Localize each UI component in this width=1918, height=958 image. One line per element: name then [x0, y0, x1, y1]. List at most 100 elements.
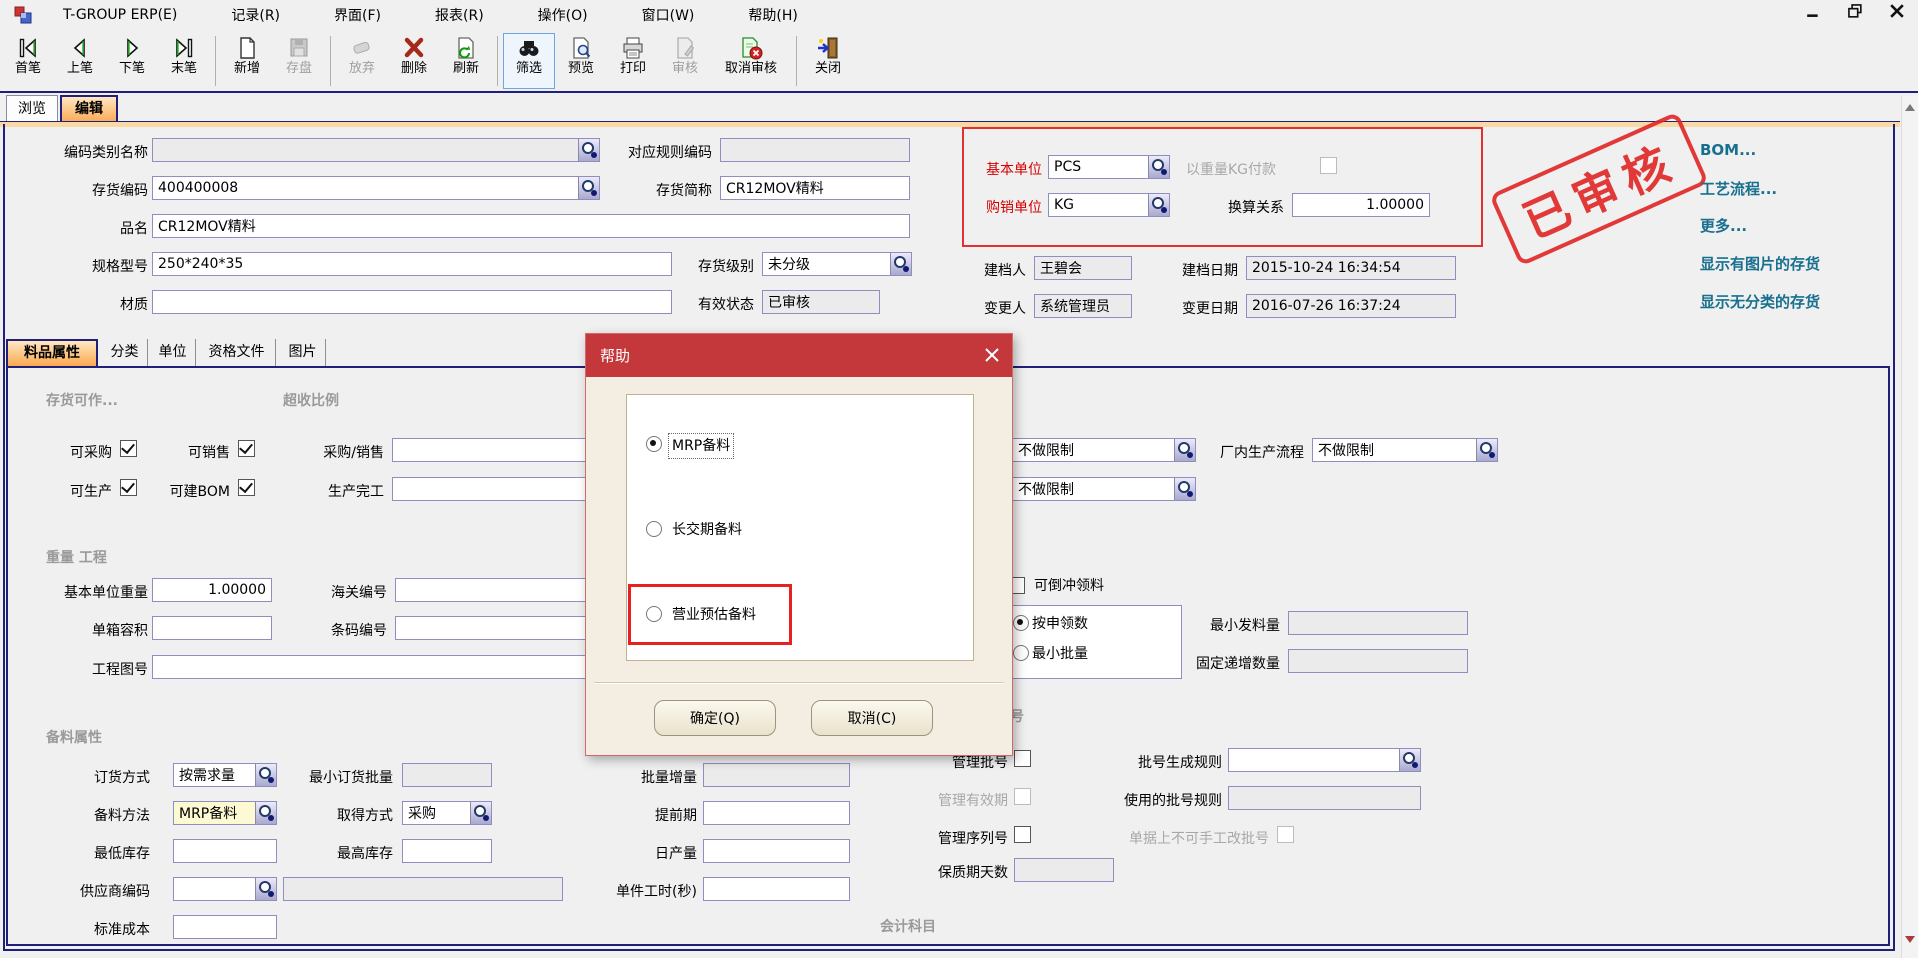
producible-checkbox[interactable] [120, 479, 137, 496]
menu-item-record[interactable]: 记录(R) [204, 5, 307, 25]
toolbar-prev-record[interactable]: 上笔 [54, 33, 106, 89]
min-issue-field[interactable] [1288, 611, 1468, 635]
spec-model-field[interactable]: 250*240*35 [152, 252, 672, 276]
shelf-days-field[interactable] [1014, 858, 1114, 882]
help-dialog-titlebar[interactable]: 帮助 [586, 334, 1012, 377]
subtab-images[interactable]: 图片 [280, 339, 326, 366]
toolbar-new[interactable]: 新增 [221, 33, 273, 89]
restore-icon[interactable] [1848, 4, 1862, 18]
long-cycle-option-radio[interactable] [646, 521, 662, 537]
min-batch-radio[interactable] [1013, 645, 1029, 661]
by-request-radio[interactable] [1013, 615, 1029, 631]
fixed-increment-field[interactable] [1288, 649, 1468, 673]
toolbar-filter[interactable]: 筛选 [503, 33, 555, 89]
sellable-checkbox[interactable] [238, 440, 255, 457]
prepare-method-field[interactable]: MRP备料 [173, 801, 277, 825]
menu-item-report[interactable]: 报表(R) [408, 5, 511, 25]
toolbar-abandon[interactable]: 放弃 [336, 33, 388, 89]
manage-validity-checkbox[interactable] [1014, 788, 1031, 805]
lookup-icon[interactable] [1148, 194, 1169, 216]
drawing-no-field[interactable] [152, 655, 588, 679]
purchase-sale-field[interactable] [392, 438, 588, 462]
modifier-field[interactable]: 系统管理员 [1034, 294, 1132, 318]
link-more[interactable]: 更多... [1700, 215, 1747, 236]
conversion-field[interactable]: 1.00000 [1292, 193, 1430, 217]
batch-increment-field[interactable] [703, 763, 850, 787]
factory-flow-field[interactable]: 不做限制 [1312, 438, 1498, 462]
toolbar-save[interactable]: 存盘 [273, 33, 325, 89]
std-cost-field[interactable] [173, 915, 277, 939]
base-unit-field[interactable]: PCS [1048, 155, 1170, 179]
purchasable-checkbox[interactable] [120, 440, 137, 457]
pay-by-kg-checkbox[interactable] [1320, 157, 1337, 174]
lookup-icon[interactable] [255, 764, 276, 786]
bom-allowed-checkbox[interactable] [238, 479, 255, 496]
stock-level-field[interactable]: 未分级 [762, 252, 912, 276]
restriction-field-2[interactable]: 不做限制 [1012, 477, 1196, 501]
link-show-unclassified[interactable]: 显示无分类的存货 [1700, 291, 1820, 312]
toolbar-preview[interactable]: 预览 [555, 33, 607, 89]
lookup-icon[interactable] [1148, 156, 1169, 178]
toolbar-last-record[interactable]: 末笔 [158, 33, 210, 89]
min-stock-field[interactable] [173, 839, 277, 863]
lookup-icon[interactable] [1476, 439, 1497, 461]
acquire-mode-field[interactable]: 采购 [402, 801, 492, 825]
toolbar-close[interactable]: 关闭 [802, 33, 854, 89]
valid-status-field[interactable]: 已审核 [762, 290, 880, 314]
manage-serial-checkbox[interactable] [1014, 826, 1031, 843]
vertical-scrollbar[interactable] [1901, 96, 1918, 958]
menu-item-window[interactable]: 窗口(W) [615, 5, 722, 25]
unit-hours-field[interactable] [703, 877, 850, 901]
toolbar-cancel-audit[interactable]: 取消审核 [711, 33, 791, 89]
subtab-item-attributes[interactable]: 料品属性 [6, 339, 98, 366]
toolbar-print[interactable]: 打印 [607, 33, 659, 89]
code-category-field[interactable] [152, 138, 600, 162]
toolbar-refresh[interactable]: 刷新 [440, 33, 492, 89]
order-mode-field[interactable]: 按需求量 [173, 763, 277, 787]
rule-code-field[interactable] [720, 138, 910, 162]
menu-item-interface[interactable]: 界面(F) [307, 5, 408, 25]
menu-item-help[interactable]: 帮助(H) [721, 5, 824, 25]
toolbar-first-record[interactable]: 首笔 [2, 33, 54, 89]
dialog-close-icon[interactable] [984, 347, 1000, 363]
lookup-icon[interactable] [1174, 439, 1195, 461]
prod-finish-field[interactable] [392, 477, 588, 501]
supplier-name-field[interactable] [283, 877, 563, 901]
menu-item-operate[interactable]: 操作(O) [511, 5, 615, 25]
manage-batch-checkbox[interactable] [1014, 750, 1031, 767]
minimize-icon[interactable] [1806, 4, 1820, 18]
scroll-down-icon[interactable] [1905, 936, 1915, 943]
tab-browse[interactable]: 浏览 [6, 95, 58, 122]
lookup-icon[interactable] [1399, 749, 1420, 771]
mrp-option-label[interactable]: MRP备料 [668, 433, 734, 459]
subtab-qualification[interactable]: 资格文件 [198, 339, 276, 366]
create-date-field[interactable]: 2015-10-24 16:34:54 [1246, 256, 1456, 280]
lookup-icon[interactable] [1174, 478, 1195, 500]
toolbar-audit[interactable]: 审核 [659, 33, 711, 89]
batch-rule-field[interactable] [1228, 748, 1421, 772]
tab-edit[interactable]: 编辑 [60, 95, 118, 122]
product-name-field[interactable]: CR12MOV精料 [152, 214, 910, 238]
lead-time-field[interactable] [703, 801, 850, 825]
link-bom[interactable]: BOM... [1700, 141, 1756, 159]
ok-button[interactable]: 确定(Q) [654, 700, 776, 736]
creator-field[interactable]: 王碧会 [1034, 256, 1132, 280]
mrp-option-radio[interactable] [646, 436, 662, 452]
close-icon[interactable] [1890, 4, 1904, 18]
toolbar-next-record[interactable]: 下笔 [106, 33, 158, 89]
base-weight-field[interactable]: 1.00000 [152, 578, 272, 602]
barcode-field[interactable] [395, 616, 588, 640]
toolbar-delete[interactable]: 删除 [388, 33, 440, 89]
lookup-icon[interactable] [890, 253, 911, 275]
box-volume-field[interactable] [152, 616, 272, 640]
link-process-flow[interactable]: 工艺流程... [1700, 178, 1777, 199]
stock-abbr-field[interactable]: CR12MOV精料 [720, 176, 910, 200]
material-field[interactable] [152, 290, 672, 314]
modify-date-field[interactable]: 2016-07-26 16:37:24 [1246, 294, 1456, 318]
scroll-up-icon[interactable] [1905, 104, 1915, 111]
max-stock-field[interactable] [402, 839, 492, 863]
lookup-icon[interactable] [470, 802, 491, 824]
link-show-with-image[interactable]: 显示有图片的存货 [1700, 253, 1820, 274]
lookup-icon[interactable] [578, 139, 599, 161]
used-batch-rule-field[interactable] [1228, 786, 1421, 810]
